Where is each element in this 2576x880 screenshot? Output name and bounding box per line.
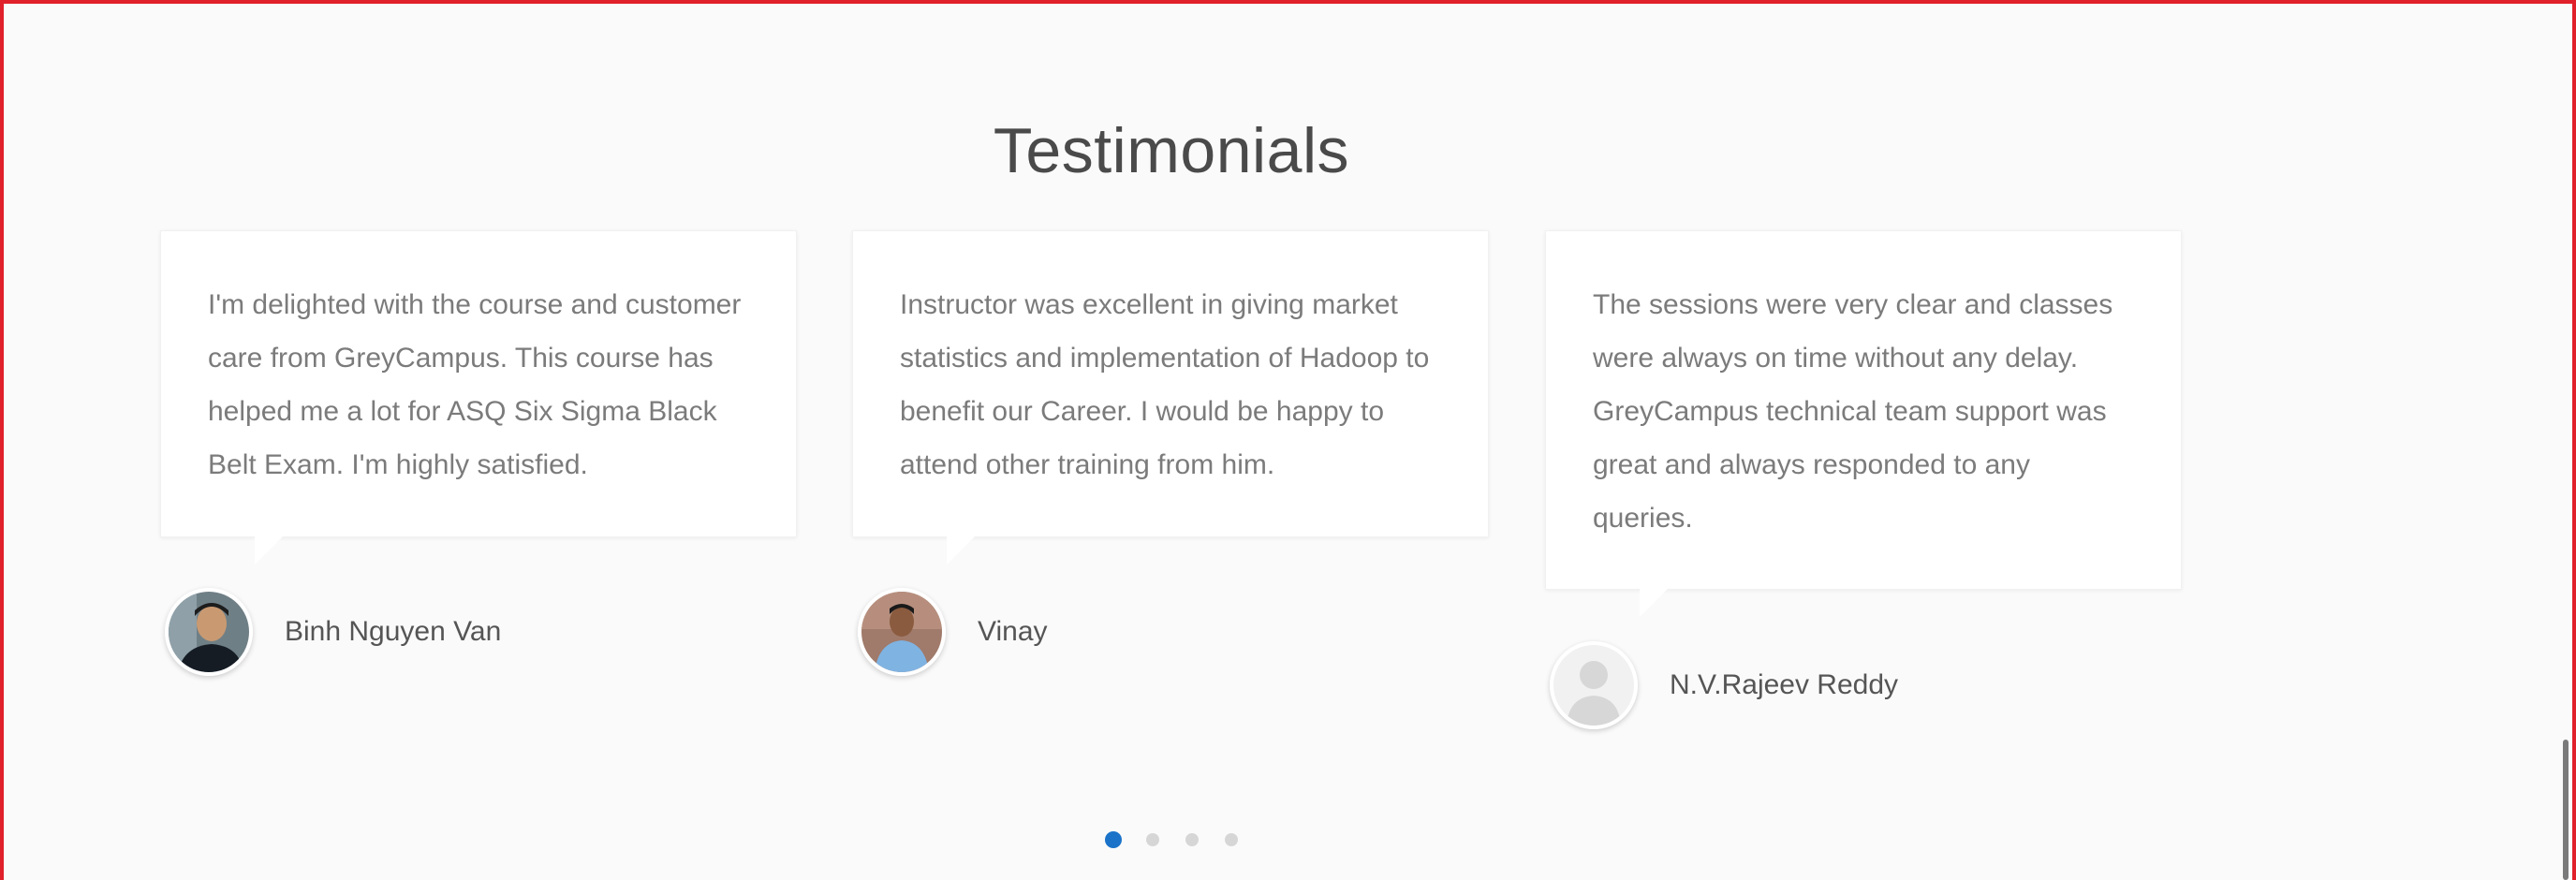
carousel-pagination: [1105, 831, 1264, 848]
scrollbar[interactable]: [2563, 740, 2569, 880]
testimonial-author-3: N.V.Rajeev Reddy: [1550, 641, 1898, 729]
carousel-dot-3[interactable]: [1185, 833, 1199, 846]
testimonial-author-2: Vinay: [858, 588, 1048, 676]
testimonial-quote: The sessions were very clear and classes…: [1593, 289, 2113, 534]
speech-tail: [947, 536, 975, 565]
testimonial-quote: Instructor was excellent in giving marke…: [900, 289, 1430, 480]
author-name: Vinay: [978, 616, 1048, 647]
testimonial-quote: I'm delighted with the course and custom…: [208, 289, 742, 480]
testimonial-card-3: The sessions were very clear and classes…: [1545, 230, 2182, 617]
carousel-dot-1[interactable]: [1105, 831, 1122, 848]
carousel-dot-2[interactable]: [1146, 833, 1159, 846]
default-user-icon: [1550, 641, 1638, 729]
testimonial-author-1: Binh Nguyen Van: [165, 588, 501, 676]
person-photo-icon: [858, 588, 946, 676]
author-name: Binh Nguyen Van: [285, 616, 502, 647]
person-photo-icon: [165, 588, 253, 676]
author-name: N.V.Rajeev Reddy: [1670, 669, 1899, 700]
speech-tail: [255, 536, 283, 565]
speech-tail: [1640, 589, 1668, 617]
carousel-dot-4[interactable]: [1225, 833, 1238, 846]
testimonial-card-2: Instructor was excellent in giving marke…: [852, 230, 1489, 565]
testimonial-card-1: I'm delighted with the course and custom…: [160, 230, 797, 565]
section-title: Testimonials: [993, 115, 1350, 187]
